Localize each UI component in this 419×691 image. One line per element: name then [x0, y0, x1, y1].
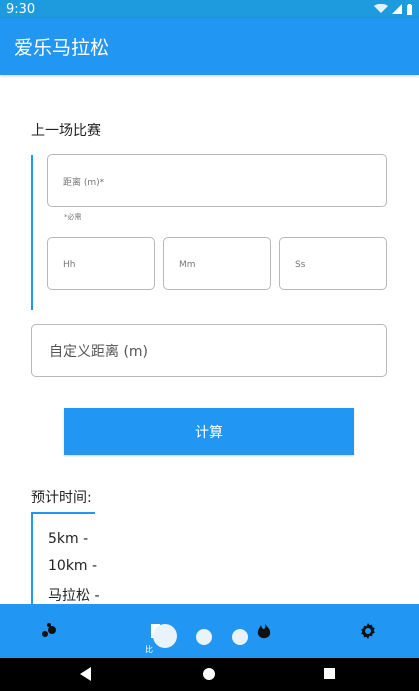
- active-nav-label: 比: [145, 645, 153, 654]
- fire-icon: [257, 622, 271, 639]
- dots-icon: [42, 623, 56, 637]
- result-5km: 5km -: [48, 531, 89, 547]
- status-icons: [374, 3, 413, 15]
- previous-race-accent-bar: [31, 155, 33, 310]
- signal-icon: [392, 4, 402, 14]
- seconds-placeholder: Ss: [295, 260, 306, 270]
- nav-fire-button[interactable]: [252, 619, 276, 643]
- nav-settings-button[interactable]: [356, 619, 380, 643]
- seconds-field[interactable]: Ss: [279, 237, 387, 290]
- back-icon[interactable]: [80, 667, 92, 681]
- distance-field[interactable]: 距离 (m)*: [47, 154, 387, 207]
- custom-distance-placeholder: 自定义距离 (m): [49, 344, 149, 360]
- system-navigation-bar: [0, 658, 419, 691]
- minutes-placeholder: Mm: [179, 260, 196, 270]
- recent-apps-icon[interactable]: [323, 667, 336, 680]
- result-10km: 10km -: [48, 558, 98, 574]
- required-note: *必需: [64, 213, 82, 221]
- status-time: 9:30: [6, 1, 36, 17]
- hours-field[interactable]: Hh: [47, 237, 155, 290]
- battery-icon: [407, 3, 412, 15]
- minutes-field[interactable]: Mm: [163, 237, 271, 290]
- loading-dot: [232, 629, 248, 645]
- app-bar: 爱乐马拉松: [0, 18, 419, 75]
- previous-race-heading: 上一场比赛: [31, 123, 101, 139]
- result-marathon: 马拉松 -: [48, 588, 100, 604]
- status-bar: 9:30: [0, 0, 419, 18]
- home-icon[interactable]: [202, 667, 216, 681]
- hours-placeholder: Hh: [63, 260, 76, 270]
- loading-dot-large: [153, 624, 177, 648]
- nav-dots-button[interactable]: [37, 619, 61, 643]
- gear-icon: [361, 623, 375, 639]
- loading-dot: [196, 629, 212, 645]
- estimated-time-heading: 预计时间:: [31, 490, 92, 506]
- app-title: 爱乐马拉松: [14, 37, 110, 59]
- custom-distance-field[interactable]: 自定义距离 (m): [31, 324, 387, 377]
- wifi-icon: [374, 4, 388, 13]
- calculate-button[interactable]: 计算: [64, 408, 354, 455]
- distance-placeholder: 距离 (m)*: [63, 178, 105, 188]
